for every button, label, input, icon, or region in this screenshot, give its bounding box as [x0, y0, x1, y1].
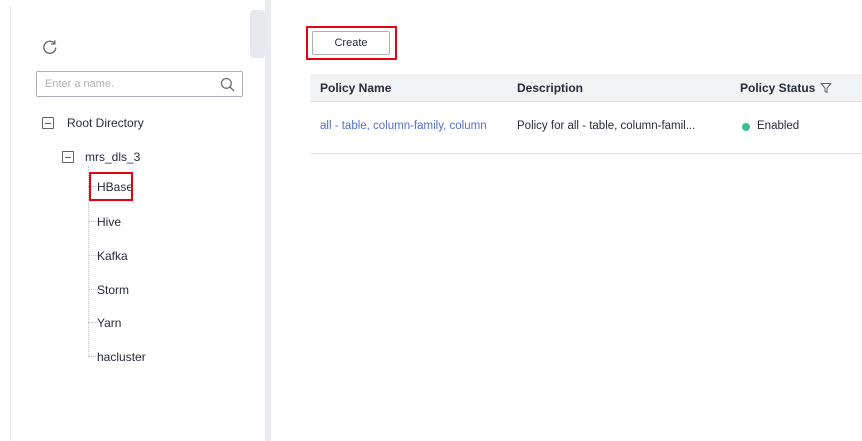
- table-row: all - table, column-family, column Polic…: [310, 102, 862, 154]
- refresh-icon[interactable]: [42, 39, 58, 55]
- panel-splitter[interactable]: [265, 0, 271, 441]
- search-field[interactable]: [36, 71, 243, 97]
- tree-node-root-directory[interactable]: Root Directory: [67, 116, 144, 130]
- hbase-highlight: [89, 172, 133, 201]
- column-header-policy-name[interactable]: Policy Name: [320, 81, 391, 95]
- policy-description: Policy for all - table, column-famil...: [517, 120, 696, 132]
- tree-node-kafka[interactable]: Kafka: [97, 249, 128, 263]
- tree-node-yarn[interactable]: Yarn: [97, 316, 121, 330]
- tree-node-storm[interactable]: Storm: [97, 283, 129, 297]
- tree-node-cluster[interactable]: mrs_dls_3: [85, 150, 140, 164]
- table-header: Policy Name Description Policy Status: [310, 74, 862, 102]
- policy-status: Enabled: [757, 120, 800, 132]
- panel-collapse-handle[interactable]: [250, 10, 265, 58]
- policy-name-link[interactable]: all - table, column-family, column: [320, 120, 487, 132]
- tree-node-hive[interactable]: Hive: [97, 215, 121, 229]
- tree-node-hacluster[interactable]: hacluster: [97, 350, 146, 364]
- create-highlight: [306, 26, 397, 60]
- search-input[interactable]: [45, 76, 215, 92]
- cluster-collapse-toggle[interactable]: [62, 151, 74, 163]
- column-header-policy-status[interactable]: Policy Status: [740, 81, 815, 95]
- column-header-description[interactable]: Description: [517, 81, 583, 95]
- status-dot-icon: [742, 123, 750, 131]
- search-icon[interactable]: [220, 77, 235, 92]
- root-collapse-toggle[interactable]: [42, 117, 54, 129]
- filter-icon[interactable]: [820, 82, 832, 94]
